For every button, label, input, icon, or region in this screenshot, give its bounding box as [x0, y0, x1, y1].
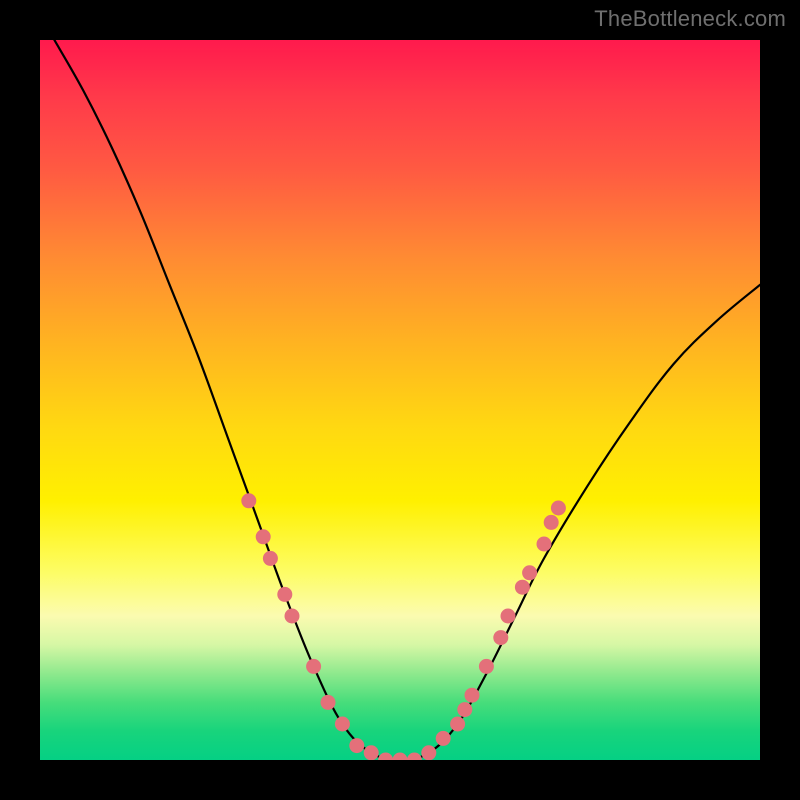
marker-dot	[378, 753, 393, 761]
marker-dot	[285, 609, 300, 624]
marker-dot	[465, 688, 480, 703]
marker-dot	[421, 745, 436, 760]
marker-dot	[436, 731, 451, 746]
marker-dot	[457, 702, 472, 717]
marker-dot	[479, 659, 494, 674]
marker-dot	[256, 529, 271, 544]
marker-dot	[515, 580, 530, 595]
marker-dot	[335, 717, 350, 732]
plot-area	[40, 40, 760, 760]
marker-dot	[522, 565, 537, 580]
marker-dot	[241, 493, 256, 508]
marker-dot	[306, 659, 321, 674]
marker-dot	[393, 753, 408, 761]
marker-dot	[501, 609, 516, 624]
marker-dot	[321, 695, 336, 710]
chart-frame: TheBottleneck.com	[0, 0, 800, 800]
marker-dot	[493, 630, 508, 645]
marker-dot	[450, 717, 465, 732]
bottleneck-curve	[54, 40, 760, 760]
marker-dots	[241, 493, 566, 760]
marker-dot	[544, 515, 559, 530]
marker-dot	[263, 551, 278, 566]
watermark-text: TheBottleneck.com	[594, 6, 786, 32]
marker-dot	[349, 738, 364, 753]
marker-dot	[277, 587, 292, 602]
chart-svg	[40, 40, 760, 760]
marker-dot	[537, 537, 552, 552]
marker-dot	[407, 753, 422, 761]
marker-dot	[551, 501, 566, 516]
marker-dot	[364, 745, 379, 760]
